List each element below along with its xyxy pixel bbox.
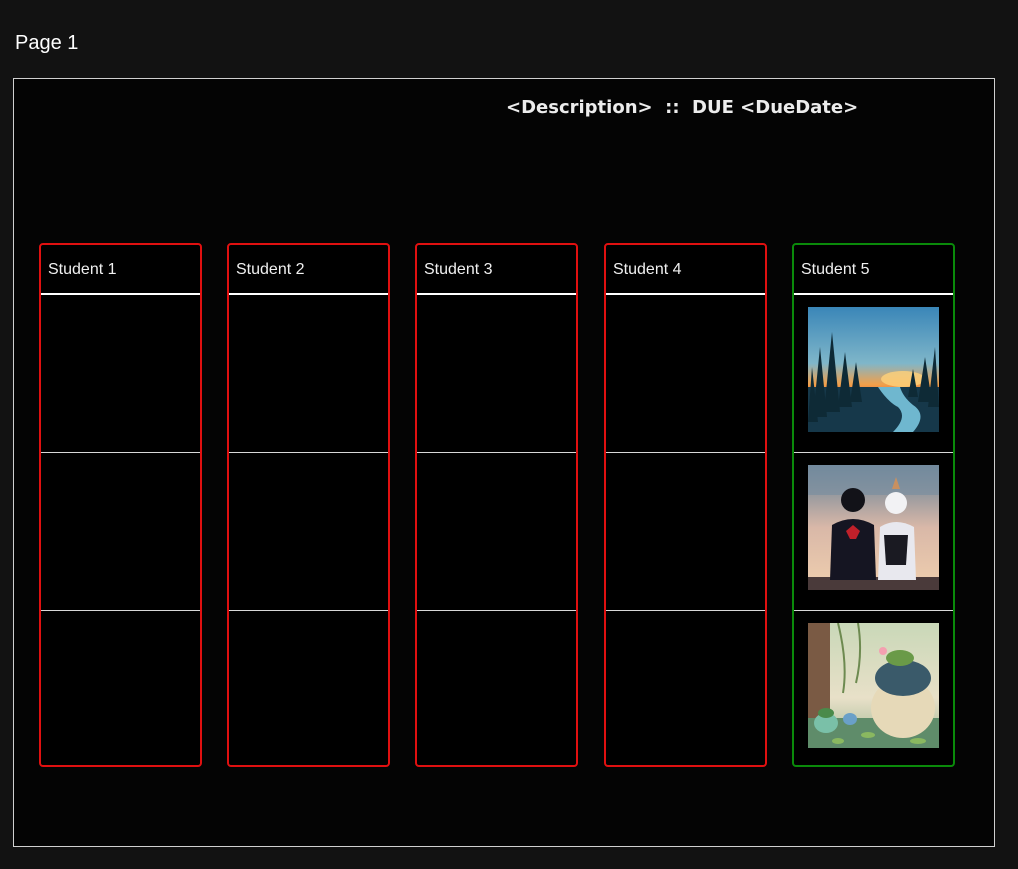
submission-slot[interactable] (794, 611, 953, 765)
submission-slot[interactable] (606, 453, 765, 611)
submission-slot[interactable] (41, 611, 200, 765)
submission-slot[interactable] (417, 611, 576, 765)
submission-slot[interactable] (229, 295, 388, 453)
student-name: Student 5 (794, 245, 953, 295)
student-name: Student 3 (417, 245, 576, 295)
submission-slot[interactable] (417, 295, 576, 453)
pond-creatures-image[interactable] (808, 623, 939, 748)
assignment-board: <Description> :: DUE <DueDate> Student 1… (13, 78, 995, 847)
submission-slot[interactable] (41, 295, 200, 453)
submission-slot[interactable] (41, 453, 200, 611)
student-column-1: Student 1 (39, 243, 202, 767)
submission-slot[interactable] (794, 295, 953, 453)
two-heroes-sitting-image[interactable] (808, 465, 939, 590)
student-name: Student 1 (41, 245, 200, 295)
page-label: Page 1 (15, 32, 79, 54)
forest-sunset-image[interactable] (808, 307, 939, 432)
student-name: Student 4 (606, 245, 765, 295)
submission-slot[interactable] (606, 611, 765, 765)
student-column-3: Student 3 (415, 243, 578, 767)
submission-slot[interactable] (229, 453, 388, 611)
student-column-5: Student 5 (792, 243, 955, 767)
student-name: Student 2 (229, 245, 388, 295)
submission-slot[interactable] (417, 453, 576, 611)
student-column-2: Student 2 (227, 243, 390, 767)
submission-slot[interactable] (606, 295, 765, 453)
assignment-header: <Description> :: DUE <DueDate> (506, 97, 859, 118)
student-column-4: Student 4 (604, 243, 767, 767)
submission-slot[interactable] (794, 453, 953, 611)
submission-slot[interactable] (229, 611, 388, 765)
